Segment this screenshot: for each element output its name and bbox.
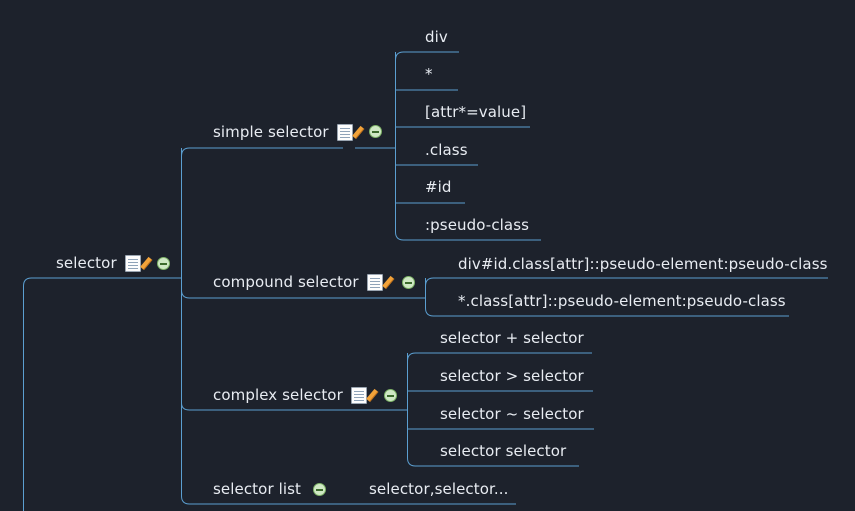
leaf-node[interactable]: div#id.class[attr]::pseudo-element:pseud… <box>458 254 828 274</box>
root-node-label: selector <box>56 254 117 272</box>
leaf-node[interactable]: selector ~ selector <box>440 404 584 424</box>
branch-label: selector list <box>213 480 302 498</box>
leaf-label: selector > selector <box>440 367 584 385</box>
root-node-selector[interactable]: selector <box>56 253 141 273</box>
branch-simple-selector[interactable]: simple selector <box>213 122 353 142</box>
leaf-label: :pseudo-class <box>425 216 530 234</box>
leaf-label: *.class[attr]::pseudo-element:pseudo-cla… <box>458 292 786 310</box>
note-icon[interactable] <box>336 123 353 141</box>
leaf-label: selector,selector... <box>369 480 509 498</box>
branch-complex-selector[interactable]: complex selector <box>213 385 367 405</box>
leaf-node[interactable]: *.class[attr]::pseudo-element:pseudo-cla… <box>458 291 786 311</box>
leaf-label: * <box>425 65 433 83</box>
collapse-icon[interactable] <box>384 389 397 402</box>
leaf-node[interactable]: #id <box>425 177 452 197</box>
leaf-label: div <box>425 28 448 46</box>
collapse-icon[interactable] <box>313 483 326 496</box>
branch-label: compound selector <box>213 273 359 291</box>
leaf-node[interactable]: :pseudo-class <box>425 215 529 235</box>
leaf-node[interactable]: selector,selector... <box>369 479 509 499</box>
leaf-node[interactable]: [attr*=value] <box>425 102 526 122</box>
note-icon[interactable] <box>124 254 141 272</box>
branch-selector-list[interactable]: selector list <box>213 479 301 499</box>
leaf-node[interactable]: * <box>425 64 433 84</box>
collapse-icon[interactable] <box>157 257 170 270</box>
leaf-label: .class <box>425 141 468 159</box>
collapse-icon[interactable] <box>402 276 415 289</box>
leaf-label: div#id.class[attr]::pseudo-element:pseud… <box>458 255 828 273</box>
leaf-label: selector + selector <box>440 329 584 347</box>
branch-label: complex selector <box>213 386 343 404</box>
note-icon[interactable] <box>366 273 383 291</box>
collapse-icon[interactable] <box>369 125 382 138</box>
leaf-node[interactable]: div <box>425 27 448 47</box>
leaf-node[interactable]: selector selector <box>440 441 566 461</box>
note-icon[interactable] <box>350 386 367 404</box>
leaf-node[interactable]: selector + selector <box>440 328 584 348</box>
leaf-label: selector selector <box>440 442 567 460</box>
branch-compound-selector[interactable]: compound selector <box>213 272 383 292</box>
branch-label: simple selector <box>213 123 329 141</box>
leaf-label: [attr*=value] <box>425 103 527 121</box>
leaf-label: #id <box>425 178 452 196</box>
leaf-node[interactable]: .class <box>425 140 468 160</box>
leaf-node[interactable]: selector > selector <box>440 366 584 386</box>
leaf-label: selector ~ selector <box>440 405 584 423</box>
